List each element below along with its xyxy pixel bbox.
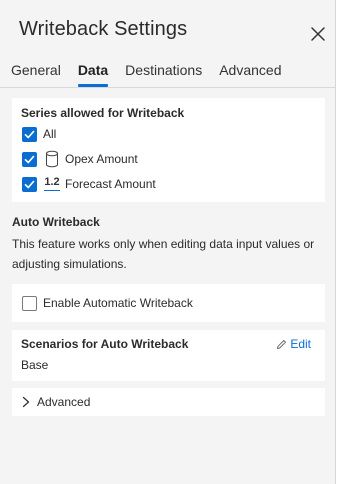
auto-writeback-heading: Auto Writeback [12, 215, 100, 229]
series-item-label: Opex Amount [65, 152, 138, 166]
auto-writeback-description: This feature works only when editing dat… [12, 237, 315, 271]
series-label: Series allowed for Writeback [21, 106, 185, 120]
checkbox-forecast[interactable] [22, 176, 37, 192]
decimal-number-icon: 1.2 [44, 177, 60, 191]
panel-header: Writeback Settings [0, 0, 335, 46]
checkbox-opex[interactable] [22, 151, 37, 167]
tab-bar: General Data Destinations Advanced [0, 57, 335, 87]
tab-destinations[interactable]: Destinations [125, 57, 202, 87]
checkmark-icon [24, 180, 35, 188]
edit-scenarios-button[interactable]: Edit [276, 337, 311, 351]
advanced-toggle[interactable]: Advanced [21, 393, 90, 411]
close-button[interactable] [309, 25, 327, 43]
tab-data[interactable]: Data [77, 57, 109, 87]
series-item-all[interactable]: All [22, 125, 56, 143]
series-card: Series allowed for Writeback All Opex Am… [12, 98, 325, 202]
enable-auto-writeback-card: Enable Automatic Writeback [12, 284, 325, 322]
tab-general[interactable]: General [11, 57, 61, 87]
close-icon [311, 27, 325, 41]
scenario-value: Base [21, 358, 49, 372]
writeback-settings-panel: Writeback Settings General Data Destinat… [0, 0, 336, 484]
series-item-opex[interactable]: Opex Amount [22, 150, 138, 168]
series-item-label: Forecast Amount [65, 177, 156, 191]
series-item-forecast[interactable]: 1.2 Forecast Amount [22, 175, 156, 193]
checkbox-all[interactable] [22, 126, 37, 142]
tab-divider [0, 87, 335, 88]
enable-auto-writeback-checkbox[interactable] [22, 295, 37, 311]
pencil-icon [277, 339, 287, 349]
scenarios-label: Scenarios for Auto Writeback [21, 337, 189, 351]
tab-advanced[interactable]: Advanced [219, 57, 281, 87]
scenarios-card: Scenarios for Auto Writeback Edit Base [12, 330, 325, 381]
enable-auto-writeback-label: Enable Automatic Writeback [43, 296, 193, 310]
advanced-label: Advanced [37, 395, 91, 409]
panel-title: Writeback Settings [19, 18, 188, 40]
advanced-section[interactable]: Advanced [12, 388, 325, 416]
chevron-right-icon [22, 396, 30, 408]
edit-label: Edit [290, 337, 311, 351]
series-item-label: All [43, 127, 57, 141]
enable-auto-writeback-option[interactable]: Enable Automatic Writeback [22, 294, 193, 312]
checkmark-icon [24, 155, 35, 163]
checkmark-icon [24, 130, 35, 138]
cylinder-icon [45, 150, 59, 168]
